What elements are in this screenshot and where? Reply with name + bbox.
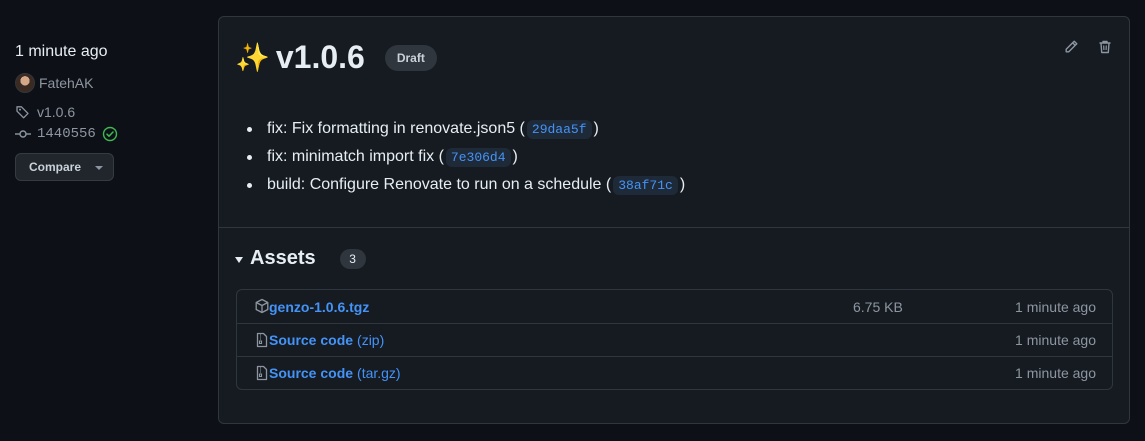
assets-list: genzo-1.0.6.tgz 6.75 KB 1 minute ago Sou… xyxy=(236,289,1113,390)
file-zip-icon xyxy=(256,365,268,381)
asset-row: Source code (tar.gz) 1 minute ago xyxy=(237,356,1112,389)
commit-sha-link[interactable]: 7e306d4 xyxy=(445,147,511,167)
asset-row: genzo-1.0.6.tgz 6.75 KB 1 minute ago xyxy=(237,290,1112,323)
release-time: 1 minute ago xyxy=(15,43,108,60)
asset-link[interactable]: genzo-1.0.6.tgz xyxy=(269,299,373,315)
release-name[interactable]: v1.0.6 xyxy=(276,39,365,76)
git-commit-icon xyxy=(15,130,31,138)
asset-name[interactable]: Source code xyxy=(269,332,353,348)
asset-time: 1 minute ago xyxy=(1015,332,1096,348)
divider xyxy=(219,227,1129,228)
commit-link[interactable]: 1440556 xyxy=(15,126,118,142)
tag-name[interactable]: v1.0.6 xyxy=(37,104,75,120)
note-text: fix: Fix formatting in renovate.json5 ( xyxy=(267,120,525,137)
release-card: ✨ v1.0.6 Draft fix: Fix formatting in re… xyxy=(218,16,1130,424)
triangle-down-icon xyxy=(235,256,243,263)
asset-time: 1 minute ago xyxy=(1015,365,1096,381)
note-close: ) xyxy=(512,148,518,165)
note-close: ) xyxy=(679,176,686,193)
author[interactable]: FatehAK xyxy=(15,73,93,93)
package-icon xyxy=(255,298,269,314)
chevron-down-icon xyxy=(95,166,104,170)
asset-size: 6.75 KB xyxy=(853,298,903,315)
pencil-icon xyxy=(1065,40,1078,53)
asset-suffix[interactable]: (tar.gz) xyxy=(357,365,401,381)
release-tools xyxy=(1063,39,1113,55)
asset-time: 1 minute ago xyxy=(1015,298,1096,315)
tag-link[interactable]: v1.0.6 xyxy=(15,104,75,120)
compare-button[interactable]: Compare xyxy=(15,153,114,181)
note-text: fix: minimatch import fix ( xyxy=(267,148,444,165)
note-text: build: Configure Renovate to run on a sc… xyxy=(267,176,612,193)
draft-badge: Draft xyxy=(384,44,437,71)
commit-sha-link[interactable]: 29daa5f xyxy=(526,119,592,139)
note-close: ) xyxy=(593,120,599,137)
trash-icon xyxy=(1099,40,1111,54)
release-notes: fix: Fix formatting in renovate.json5 (2… xyxy=(246,115,686,199)
sparkles-emoji: ✨ xyxy=(235,42,270,73)
asset-row: Source code (zip) 1 minute ago xyxy=(237,323,1112,356)
asset-name[interactable]: genzo-1.0.6.tgz xyxy=(269,299,369,315)
commit-sha-link[interactable]: 38af71c xyxy=(613,175,678,195)
release-title: ✨ v1.0.6 Draft xyxy=(235,39,437,76)
list-item: fix: minimatch import fix (7e306d4) xyxy=(246,143,685,171)
list-item: build: Configure Renovate to run on a sc… xyxy=(246,171,686,199)
asset-suffix[interactable]: (zip) xyxy=(357,332,384,348)
compare-label: Compare xyxy=(29,160,82,174)
edit-button[interactable] xyxy=(1063,39,1079,55)
author-name[interactable]: FatehAK xyxy=(39,75,93,91)
commit-sha[interactable]: 1440556 xyxy=(37,126,96,142)
asset-link[interactable]: Source code (zip) xyxy=(269,332,384,348)
delete-button[interactable] xyxy=(1097,39,1113,55)
avatar[interactable] xyxy=(15,73,35,93)
file-zip-icon xyxy=(256,332,268,348)
assets-count: 3 xyxy=(339,248,366,269)
tag-icon xyxy=(16,106,29,119)
assets-heading[interactable]: Assets xyxy=(250,247,316,270)
list-item: fix: Fix formatting in renovate.json5 (2… xyxy=(246,115,685,143)
asset-name[interactable]: Source code xyxy=(269,365,353,381)
check-circle-icon[interactable] xyxy=(102,126,118,142)
assets-toggle[interactable]: Assets 3 xyxy=(235,247,366,270)
asset-link[interactable]: Source code (tar.gz) xyxy=(269,365,401,381)
